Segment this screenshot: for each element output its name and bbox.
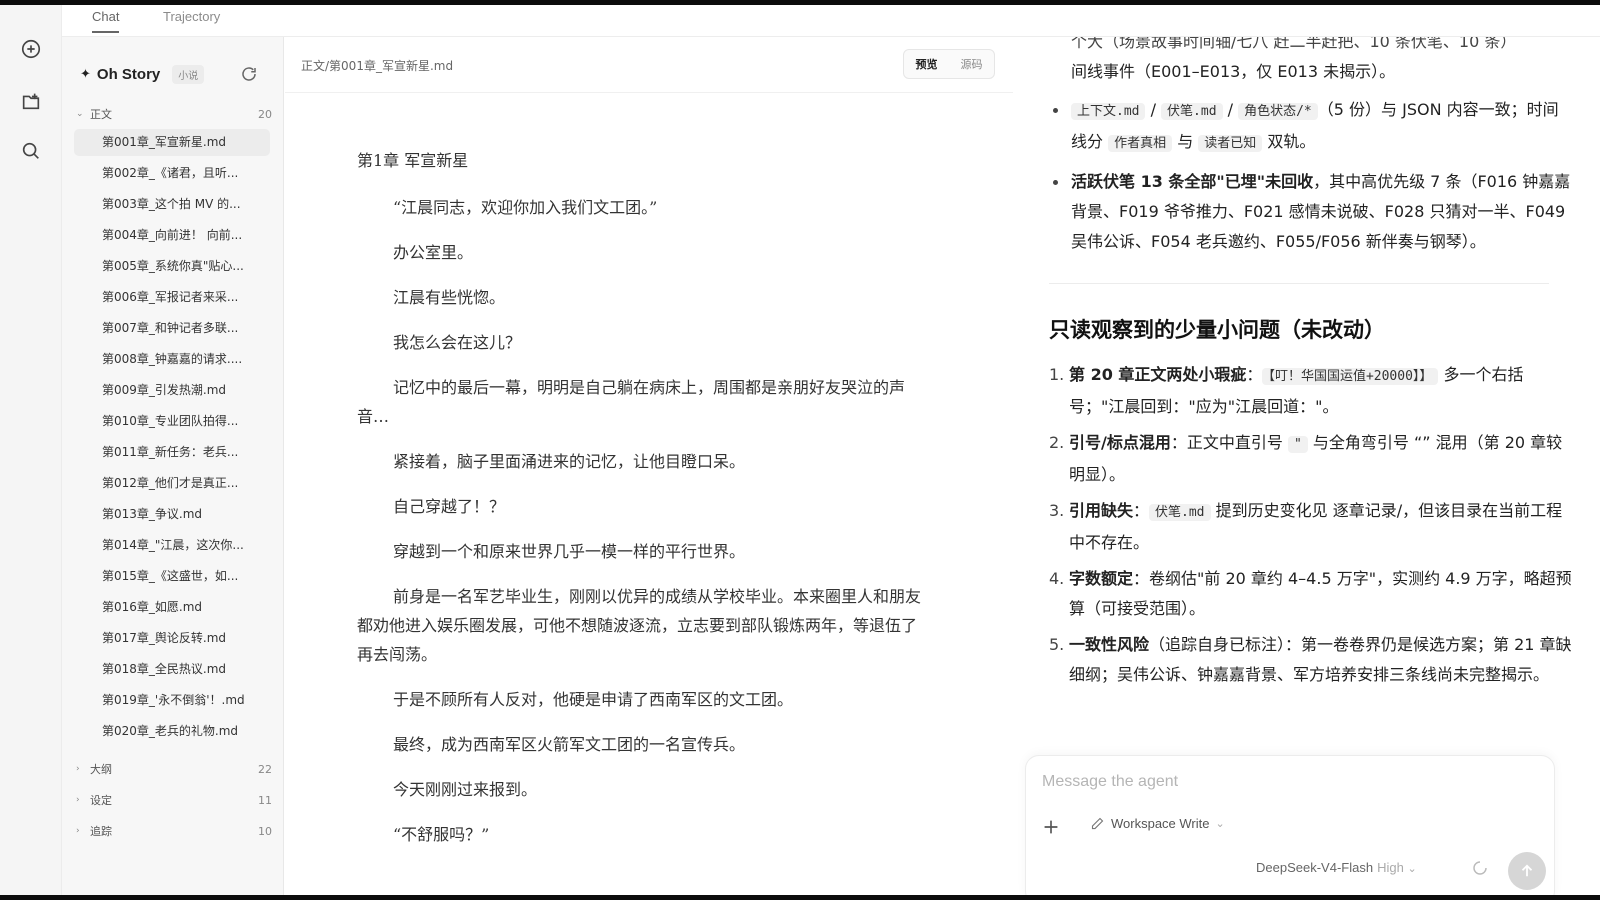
- paragraph-list: “江晨同志，欢迎你加入我们文工团。” 办公室里。江晨有些恍惚。 我怎么会在这儿？ 记忆…: [357, 193, 925, 849]
- list-item: 活跃伏笔 13 条全部"已埋"未回收，其中高优先级 7 条（F016 钟嘉嘉背景…: [1049, 167, 1574, 257]
- list-item: 上下文.md / 伏笔.md / 角色状态/* （5 份）与 JSON 内容一致；…: [1049, 95, 1574, 159]
- file-item[interactable]: 第014章_"江晨，这次你...: [74, 532, 270, 559]
- paragraph: “不舒服吗？”: [393, 825, 490, 844]
- paragraph: 前身是一名军艺毕业生，刚刚以优异的成绩从学校毕业。本来圈里人和朋友都劝他进入娱乐…: [357, 587, 922, 664]
- chevron-down-icon: ⌄: [76, 109, 84, 119]
- file-item[interactable]: 第003章_这个拍 MV 的...: [74, 191, 270, 218]
- file-item[interactable]: 第001章_军宣新星.md: [74, 129, 270, 156]
- file-item[interactable]: 第012章_他们才是真正...: [74, 470, 270, 497]
- new-project-icon[interactable]: [19, 89, 43, 113]
- file-item[interactable]: 第013章_争议.md: [74, 501, 270, 528]
- folder-outline[interactable]: › 大纲 22: [76, 759, 272, 779]
- folder-tracking[interactable]: › 追踪 10: [76, 821, 272, 841]
- file-item[interactable]: 第004章_向前进！ 向前...: [74, 222, 270, 249]
- genre-badge: 小说: [172, 65, 205, 84]
- paragraph: 穿越到一个和原来世界几乎一模一样的平行世界。: [393, 542, 746, 561]
- editor-pane: 正文/第001章_军宣新星.md 预览 源码 第1章 军宣新星 “江晨同志，欢迎…: [285, 37, 1013, 895]
- issue-item: 4. 字数额定：卷纲估"前 20 章约 4–4.5 万字"，实测约 4.9 万字，…: [1049, 569, 1572, 618]
- file-item[interactable]: 第015章_《这盛世，如...: [74, 563, 270, 590]
- view-toggle: 预览 源码: [903, 49, 995, 79]
- message-line: 间线事件（E001–E013，仅 E013 未揭示）。: [1071, 62, 1396, 81]
- paragraph: 我怎么会在这儿？: [393, 333, 522, 352]
- paragraph: 办公室里。: [393, 243, 474, 262]
- tab-chat[interactable]: Chat: [92, 9, 120, 33]
- agent-pane: 个大（场景故事时间轴/七八 赶二半赶把、10 条伏笔、10 条） 间线事件（E0…: [1013, 37, 1600, 895]
- file-sidebar: ✦ Oh Story 小说 ⌄ 正文 20 第001章_军宣新星.md 第002章…: [62, 37, 284, 895]
- chevron-right-icon: ›: [76, 795, 80, 805]
- chevron-right-icon: ›: [76, 826, 80, 836]
- add-attachment-icon[interactable]: [1040, 816, 1062, 838]
- file-item[interactable]: 第006章_军报记者来采...: [74, 284, 270, 311]
- preview-button[interactable]: 预览: [916, 56, 938, 72]
- app-window: Chat Trajectory ✦ Oh Story 小说 ⌄ 正文 20 第0…: [0, 5, 1600, 895]
- issue-list: 1. 第 20 章正文两处小瑕疵： 【叮！华国国运值+20000】】 多一个右括号；…: [1049, 360, 1574, 690]
- file-item[interactable]: 第020章_老兵的礼物.md: [74, 718, 270, 745]
- message-input[interactable]: [1042, 770, 1522, 794]
- divider: [1049, 283, 1549, 284]
- file-item[interactable]: 第019章_'永不倒翁'！.md: [74, 687, 270, 714]
- send-button[interactable]: [1508, 852, 1546, 890]
- arrow-up-icon: [1521, 864, 1533, 877]
- issue-item: 3. 引用缺失： 伏笔.md 提到历史变化见 逐章记录/，但该目录在当前工程中不存在…: [1049, 501, 1563, 552]
- message-composer: Workspace Write ⌄ DeepSeek-V4-FlashHigh …: [1025, 755, 1555, 895]
- novel-content: 第1章 军宣新星 “江晨同志，欢迎你加入我们文工团。” 办公室里。江晨有些恍惚。我…: [357, 147, 925, 865]
- spinner-icon: [1472, 860, 1488, 876]
- icon-rail: [0, 5, 62, 895]
- workspace-mode-select[interactable]: Workspace Write ⌄: [1090, 816, 1225, 831]
- issue-item: 5. 一致性风险（追踪自身已标注）：第一卷卷界仍是候选方案；第 21 章缺细纲；吴…: [1049, 635, 1572, 684]
- brand: ✦ Oh Story 小说: [80, 65, 205, 84]
- file-item[interactable]: 第005章_系统你真"贴心...: [74, 253, 270, 280]
- paragraph: 紧接着，脑子里面涌进来的记忆，让他目瞪口呆。: [393, 452, 746, 471]
- model-select[interactable]: DeepSeek-V4-Flash High ⌄: [1256, 860, 1417, 875]
- search-icon[interactable]: [19, 139, 43, 163]
- chapter-title: 第1章 军宣新星: [357, 151, 469, 170]
- file-item[interactable]: 第008章_钟嘉嘉的请求....: [74, 346, 270, 373]
- agent-message: 个大（场景故事时间轴/七八 赶二半赶把、10 条伏笔、10 条） 间线事件（E0…: [1049, 37, 1574, 696]
- file-item[interactable]: 第016章_如愿.md: [74, 594, 270, 621]
- paragraph: “江晨同志，欢迎你加入我们文工团。”: [393, 198, 658, 217]
- paragraph: 自己穿越了！？: [393, 497, 506, 516]
- file-item[interactable]: 第009章_引发热潮.md: [74, 377, 270, 404]
- file-item[interactable]: 第017章_舆论反转.md: [74, 625, 270, 652]
- file-item[interactable]: 第018章_全民热议.md: [74, 656, 270, 683]
- paragraph: 今天刚刚过来报到。: [393, 780, 538, 799]
- folder-main[interactable]: ⌄ 正文 20: [76, 104, 272, 124]
- paragraph: 最终，成为西南军区火箭军文工团的一名宣传兵。: [393, 735, 746, 754]
- issue-item: 2. 引号/标点混用：正文中直引号 " 与全角弯引号 “” 混用（第 20 章较明…: [1049, 433, 1563, 484]
- top-tab-bar: Chat Trajectory: [62, 5, 1600, 37]
- issues-heading: 只读观察到的少量小问题（未改动）: [1049, 318, 1385, 342]
- chevron-down-icon: ⌄: [1407, 863, 1417, 875]
- file-path: 正文/第001章_军宣新星.md: [301, 59, 454, 73]
- new-chat-icon[interactable]: [19, 37, 43, 61]
- tab-trajectory[interactable]: Trajectory: [163, 9, 220, 24]
- chevron-right-icon: ›: [76, 764, 80, 774]
- pen-icon: [1091, 817, 1104, 830]
- source-button[interactable]: 源码: [961, 56, 983, 72]
- paragraph: 江晨有些恍惚。: [393, 288, 506, 307]
- file-item[interactable]: 第011章_新任务：老兵...: [74, 439, 270, 466]
- paragraph: 于是不顾所有人反对，他硬是申请了西南军区的文工团。: [393, 690, 794, 709]
- refresh-icon[interactable]: [240, 65, 258, 83]
- brand-name: Oh Story: [96, 66, 161, 83]
- file-item[interactable]: 第010章_专业团队拍得...: [74, 408, 270, 435]
- chevron-down-icon: ⌄: [1215, 818, 1225, 830]
- folder-settings[interactable]: › 设定 11: [76, 790, 272, 810]
- sparkle-icon: ✦: [80, 67, 91, 82]
- issue-item: 1. 第 20 章正文两处小瑕疵： 【叮！华国国运值+20000】】 多一个右括号；…: [1049, 365, 1524, 416]
- message-line: 个大（场景故事时间轴/七八 赶二半赶把、10 条伏笔、10 条）: [1071, 37, 1517, 51]
- paragraph: 记忆中的最后一幕，明明是自己躺在病床上，周围都是亲朋好友哭泣的声音…: [357, 378, 906, 426]
- path-bar: 正文/第001章_军宣新星.md 预览 源码: [285, 37, 1013, 93]
- file-item[interactable]: 第002章_《诸君，且听...: [74, 160, 270, 187]
- file-item[interactable]: 第007章_和钟记者多联...: [74, 315, 270, 342]
